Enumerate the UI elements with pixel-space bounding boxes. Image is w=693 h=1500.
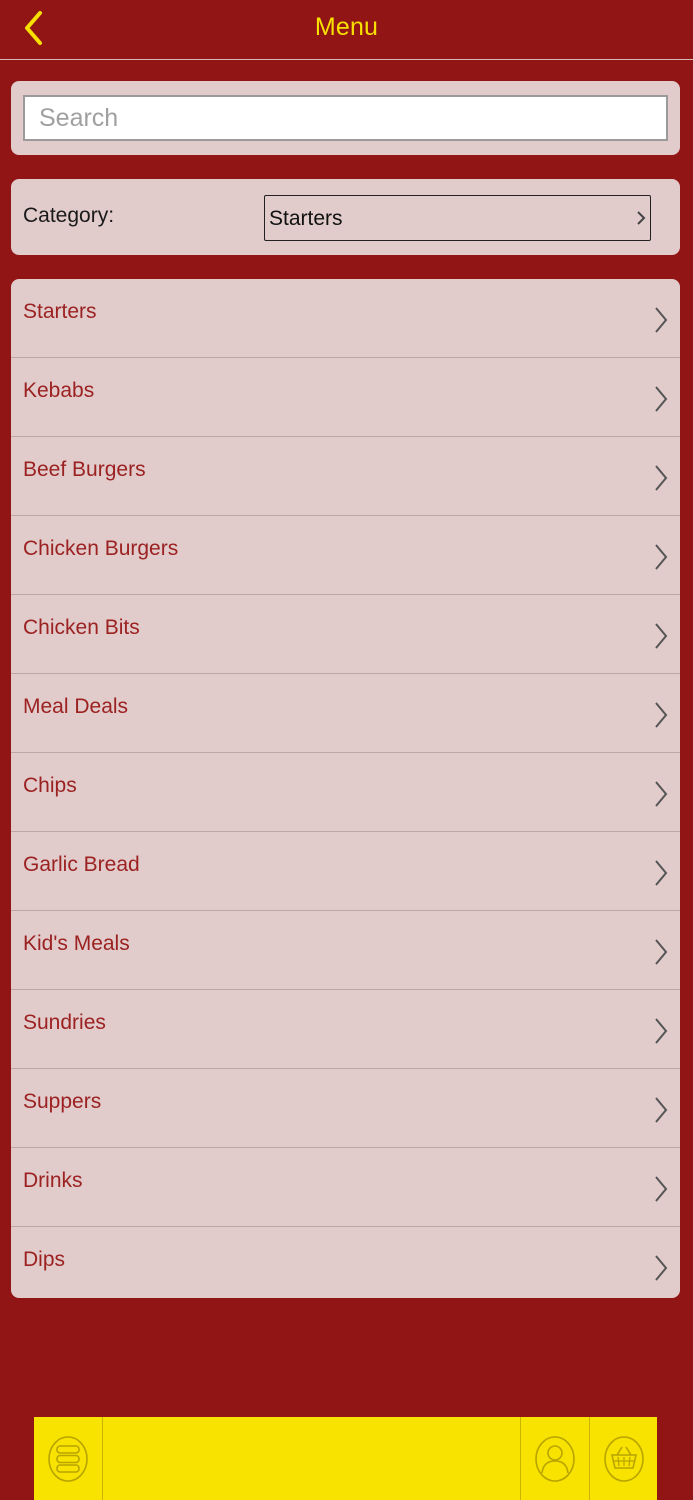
list-item-label: Kebabs <box>23 379 95 402</box>
list-item[interactable]: Drinks <box>11 1148 680 1227</box>
list-item-label: Suppers <box>23 1090 102 1113</box>
list-item-label: Kid's Meals <box>23 932 130 955</box>
chevron-right-icon <box>655 386 668 412</box>
list-item[interactable]: Kid's Meals <box>11 911 680 990</box>
list-item[interactable]: Kebabs <box>11 358 680 437</box>
chevron-right-icon <box>655 702 668 728</box>
search-input[interactable] <box>23 95 668 141</box>
bottom-toolbar <box>34 1417 657 1500</box>
chevron-right-icon <box>655 307 668 333</box>
chevron-right-icon <box>637 211 646 225</box>
basket-icon <box>604 1435 644 1482</box>
chevron-right-icon <box>655 465 668 491</box>
list-item-label: Garlic Bread <box>23 853 140 876</box>
list-item[interactable]: Chips <box>11 753 680 832</box>
category-panel: Category: Starters <box>11 179 680 255</box>
list-item-label: Chicken Bits <box>23 616 140 639</box>
list-item-label: Starters <box>23 300 97 323</box>
list-item[interactable]: Dips <box>11 1227 680 1298</box>
list-item-label: Chicken Burgers <box>23 537 179 560</box>
list-item[interactable]: Chicken Burgers <box>11 516 680 595</box>
list-item[interactable]: Starters <box>11 279 680 358</box>
app-header: Menu <box>0 0 693 60</box>
category-selected-value: Starters <box>269 207 343 230</box>
search-panel <box>11 81 680 155</box>
page-title: Menu <box>314 13 379 41</box>
list-item-label: Dips <box>23 1248 66 1271</box>
list-item-label: Sundries <box>23 1011 106 1034</box>
list-item[interactable]: Garlic Bread <box>11 832 680 911</box>
list-item-label: Beef Burgers <box>23 458 146 481</box>
chevron-right-icon <box>655 544 668 570</box>
list-item[interactable]: Sundries <box>11 990 680 1069</box>
list-item[interactable]: Meal Deals <box>11 674 680 753</box>
account-button[interactable] <box>521 1417 589 1500</box>
chevron-right-icon <box>655 1255 668 1281</box>
chevron-right-icon <box>655 623 668 649</box>
chevron-right-icon <box>655 860 668 886</box>
list-item[interactable]: Beef Burgers <box>11 437 680 516</box>
chevron-right-icon <box>655 939 668 965</box>
list-item-label: Drinks <box>23 1169 83 1192</box>
basket-button[interactable] <box>590 1417 658 1500</box>
chevron-right-icon <box>655 1018 668 1044</box>
chevron-right-icon <box>655 781 668 807</box>
user-icon <box>535 1435 575 1482</box>
list-item-label: Chips <box>23 774 77 797</box>
chevron-right-icon <box>655 1176 668 1202</box>
list-item[interactable]: Suppers <box>11 1069 680 1148</box>
category-select[interactable]: Starters <box>264 195 651 241</box>
menu-list-icon <box>48 1435 88 1482</box>
toolbar-divider <box>102 1417 103 1500</box>
menu-button[interactable] <box>34 1417 102 1500</box>
list-item[interactable]: Chicken Bits <box>11 595 680 674</box>
list-item-label: Meal Deals <box>23 695 129 718</box>
chevron-right-icon <box>655 1097 668 1123</box>
category-list: Starters Kebabs Beef Burgers Chicken Burger… <box>11 279 680 1298</box>
category-label: Category: <box>23 204 115 227</box>
